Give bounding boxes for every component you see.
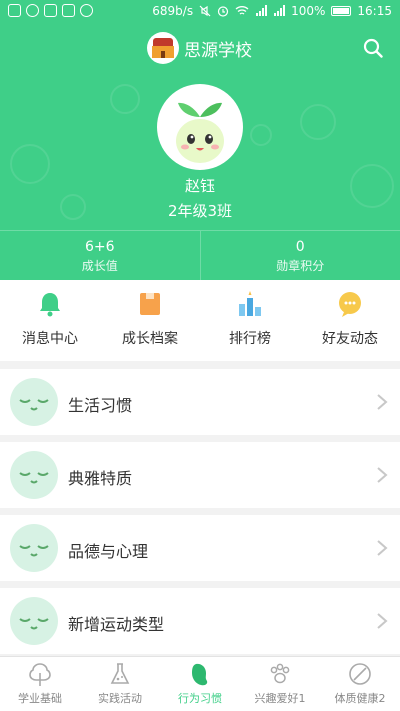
app-icon — [8, 4, 21, 17]
sprout-mascot-icon — [176, 102, 224, 163]
decorative-circle — [300, 104, 336, 140]
school-name: 思源学校 — [184, 41, 252, 61]
battery-icon — [331, 6, 352, 16]
tab-label: 实践活动 — [98, 692, 142, 705]
battery-percent: 100% — [291, 4, 326, 18]
smiley-icon — [10, 524, 58, 572]
smiley-icon — [10, 378, 58, 426]
growth-value-stat[interactable]: 6+6 成长值 — [0, 231, 200, 280]
quick-item-label: 成长档案 — [122, 331, 178, 347]
tab-physical-health[interactable]: 体质健康2 — [320, 657, 400, 711]
list-item-label: 生活习惯 — [68, 396, 133, 415]
tab-label: 兴趣爱好1 — [254, 692, 306, 705]
tab-label: 体质健康2 — [334, 692, 386, 705]
mute-icon — [199, 5, 211, 17]
list-item-label: 品德与心理 — [68, 542, 149, 561]
grid-icon — [62, 4, 75, 17]
quick-menu: 消息中心 成长档案 排行榜 好友动态 — [0, 280, 400, 361]
quick-item-friend-feed[interactable]: 好友动态 — [300, 280, 400, 361]
stat-value: 6+6 — [84, 239, 115, 255]
tab-hobbies[interactable]: 兴趣爱好1 — [240, 657, 320, 711]
bell-icon — [40, 293, 60, 317]
stat-label: 勋章积分 — [276, 259, 325, 273]
tab-label: 行为习惯 — [178, 692, 222, 705]
school-logo-icon — [147, 32, 179, 64]
profile-header: 思源学校 赵钰 2年级3班 6+6 成长值 0 勋章积分 — [0, 24, 400, 280]
ranking-icon — [239, 291, 261, 316]
habit-list: 生活习惯 典雅特质 品德与心理 新增运动类型 — [0, 369, 400, 661]
paw-icon — [270, 663, 290, 684]
quick-item-label: 好友动态 — [322, 331, 378, 347]
stat-label: 成长值 — [81, 259, 118, 273]
avatar[interactable] — [157, 84, 243, 170]
quick-item-messages[interactable]: 消息中心 — [0, 280, 100, 361]
chevron-right-icon — [377, 540, 388, 556]
list-item-living-habits[interactable]: 生活习惯 — [0, 369, 400, 435]
signal-icon — [256, 5, 268, 16]
flask-icon — [110, 663, 130, 684]
quick-item-label: 消息中心 — [22, 331, 78, 347]
medal-points-stat[interactable]: 0 勋章积分 — [199, 231, 400, 280]
image-icon — [44, 4, 57, 17]
list-item-morality-psychology[interactable]: 品德与心理 — [0, 515, 400, 581]
chevron-right-icon — [377, 467, 388, 483]
search-icon[interactable] — [363, 38, 383, 58]
list-item-label: 典雅特质 — [68, 469, 133, 488]
list-item-label: 新增运动类型 — [68, 615, 165, 634]
chevron-right-icon — [377, 394, 388, 410]
decorative-circle — [110, 84, 140, 114]
quick-item-ranking[interactable]: 排行榜 — [200, 280, 300, 361]
chat-bubble-icon — [339, 292, 361, 317]
tab-label: 学业基础 — [18, 692, 62, 705]
user-name: 赵钰 — [184, 177, 215, 195]
alarm-icon — [217, 6, 229, 17]
list-item-new-sports-type[interactable]: 新增运动类型 — [0, 588, 400, 654]
shield-icon — [26, 4, 39, 17]
smiley-icon — [10, 597, 58, 645]
clock: 16:15 — [357, 4, 392, 18]
app-page: 689b/s 100% 16:15 思源学校 赵钰 2年级3班 6+6 成长值 … — [0, 0, 400, 711]
bottom-nav: 学业基础 实践活动 行为习惯 兴趣爱好1 体质健康2 — [0, 656, 400, 711]
signal-icon — [274, 5, 286, 16]
status-bar: 689b/s 100% 16:15 — [0, 0, 400, 24]
wifi-icon — [235, 6, 249, 15]
decorative-circle — [250, 124, 272, 146]
quick-item-growth-archive[interactable]: 成长档案 — [100, 280, 200, 361]
tab-behavior-habits[interactable]: 行为习惯 — [160, 657, 240, 711]
chevron-right-icon — [377, 613, 388, 629]
quick-item-label: 排行榜 — [229, 331, 271, 347]
network-speed: 689b/s — [152, 4, 194, 18]
smiley-icon — [10, 451, 58, 499]
tab-academic-basics[interactable]: 学业基础 — [0, 657, 80, 711]
title-bar: 思源学校 — [0, 32, 400, 64]
user-class: 2年级3班 — [167, 202, 233, 220]
leaf-icon — [349, 663, 371, 685]
stat-value: 0 — [295, 239, 305, 255]
chat-icon — [80, 4, 93, 17]
stats-bar: 6+6 成长值 0 勋章积分 — [0, 230, 400, 280]
list-item-elegant-traits[interactable]: 典雅特质 — [0, 442, 400, 508]
tab-practice-activities[interactable]: 实践活动 — [80, 657, 160, 711]
bean-icon — [192, 663, 208, 686]
tree-icon — [29, 663, 51, 686]
folder-icon — [140, 293, 160, 315]
